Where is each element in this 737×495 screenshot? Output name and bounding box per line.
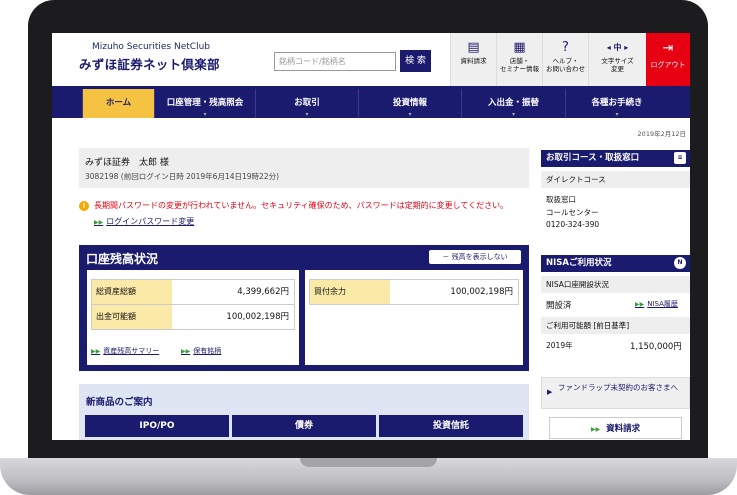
balance-right-box: 買付余力 100,002,198円 [305,270,523,365]
help-button[interactable]: ? ヘルプ・ お問い合わせ [542,33,588,86]
nav-home[interactable]: ホーム [82,89,154,118]
nav-procedures-label: 各種お手続き [591,98,643,108]
bonds-button[interactable]: 債券 [232,415,376,437]
current-date: 2019年2月12日 [637,130,686,138]
password-change-link[interactable]: ▶▶ ログインパスワード変更 [94,216,194,227]
password-warning: ! 長期間パスワードの変更が行われていません。セキュリティ確保のため、パスワードは… [79,200,508,211]
investment-trust-button[interactable]: 投資信託 [379,415,523,437]
new-products-title: 新商品のご案内 [86,397,153,408]
balance-title: 口座残高状況 [86,252,159,266]
total-assets-row: 総資産総額 4,399,662円 [91,279,295,305]
nav-investment-info[interactable]: 投資情報 ▾ [358,89,461,118]
fundwrap-text: ファンドラップ未契約のお客さまへ [558,383,678,392]
arrow-right-icon: ▶▶ [181,348,191,355]
window-label: 取扱窓口 [546,195,576,204]
chevron-down-icon: ▾ [305,111,309,118]
user-name: みずほ証券 太郎 様 [85,158,169,168]
nisa-history-label: NISA履歴 [647,300,678,308]
document-request-button[interactable]: ▤ 資料請求 [450,33,496,86]
nav-home-label: ホーム [105,98,132,108]
nisa-status: 開設済 [546,301,572,311]
document-icon: ▤ [467,40,480,55]
fundwrap-banner[interactable]: ▶ ファンドラップ未契約のお客さまへ [541,377,690,409]
branch-seminar-label: 店舗・ セミナー情報 [500,57,539,73]
search-input[interactable]: 銘柄コード/銘柄名 [274,52,396,71]
document-request-label: 資料請求 [460,57,487,65]
site-header: Mizuho Securities NetClub みずほ証券ネット倶楽部 銘柄… [52,33,690,86]
warning-icon: ! [79,201,89,211]
logo-subtitle: Mizuho Securities NetClub [92,42,210,52]
withdrawable-value: 100,002,198円 [226,312,289,322]
doc-request-button[interactable]: ▶▶ 資料請求 [549,417,682,439]
nav-deposit-transfer[interactable]: 入出金・振替 ▾ [461,89,565,118]
search-button[interactable]: 検 索 [400,50,431,72]
total-assets-value: 4,399,662円 [237,287,289,297]
arrow-right-icon: ▶▶ [91,348,101,355]
arrow-right-icon: ▶▶ [94,219,104,226]
nisa-year: 2019年 [546,341,573,350]
nav-investment-info-label: 投資情報 [392,98,427,108]
balance-left-box: 総資産総額 4,399,662円 出金可能額 100,002,198円 ▶▶ 資産… [87,270,299,365]
list-icon: ≡ [674,152,686,164]
nav-account[interactable]: 口座管理・残高照会 ▾ [154,89,255,118]
buying-power-value: 100,002,198円 [450,287,513,297]
play-icon: ▶ [547,388,553,396]
laptop-notch [300,458,437,467]
withdrawable-label: 出金可能額 [92,305,172,329]
window-phone: 0120-324-390 [546,220,600,229]
arrow-right-icon: ▶▶ [590,426,601,433]
nav-account-label: 口座管理・残高照会 [166,98,244,108]
hide-balance-button[interactable]: － 残高を表示しない [429,250,521,264]
nisa-history-link[interactable]: ▶▶ NISA履歴 [635,299,678,309]
help-icon: ? [562,40,569,55]
password-warning-text: 長期間パスワードの変更が行われていません。セキュリティ確保のため、パスワードは定… [94,201,509,210]
site-logo[interactable]: みずほ証券ネット倶楽部 [79,54,220,73]
logout-button[interactable]: ⇥ ログアウト [646,33,690,86]
asset-summary-link[interactable]: ▶▶ 資産残高サマリー [91,346,159,356]
font-size-icon: ◂ 中 ▸ [606,43,629,52]
nisa-header: NISAご利用状況 N [541,255,690,272]
nav-trading-label: お取引 [294,98,320,108]
nav-procedures[interactable]: 各種お手続き ▾ [565,89,668,118]
logout-label: ログアウト [650,61,686,69]
window-name: コールセンター [546,208,599,217]
nisa-title: NISAご利用状況 [546,258,612,268]
nav-trading[interactable]: お取引 ▾ [255,89,358,118]
chevron-down-icon: ▾ [615,111,619,118]
arrow-right-icon: ▶▶ [635,301,645,308]
main-nav: ホーム 口座管理・残高照会 ▾ お取引 ▾ 投資情報 ▾ 入出金・振替 ▾ 各種お手続き… [52,86,690,118]
nisa-icon: N [674,257,686,269]
balance-panel: 口座残高状況 － 残高を表示しない 総資産総額 4,399,662円 出金可能額… [79,245,529,371]
logout-icon: ⇥ [662,41,674,56]
withdrawable-row: 出金可能額 100,002,198円 [91,304,295,330]
holdings-link[interactable]: ▶▶ 保有銘柄 [181,346,221,356]
nisa-amount: 1,150,000円 [630,342,682,352]
building-icon: ▦ [513,40,526,55]
chevron-down-icon: ▾ [203,111,207,118]
help-label: ヘルプ・ お問い合わせ [546,57,585,73]
buying-power-row: 買付余力 100,002,198円 [309,279,519,305]
course-title: お取引コース・取扱窓口 [546,153,640,163]
total-assets-label: 総資産総額 [92,280,172,304]
font-size-label: 文字サイズ 変更 [601,57,634,73]
ipo-po-button[interactable]: IPO/PO [85,415,229,437]
chevron-down-icon: ▾ [511,111,516,118]
doc-request-label: 資料請求 [606,424,641,434]
font-size-button[interactable]: ◂ 中 ▸ 文字サイズ 変更 [588,33,646,86]
user-info: みずほ証券 太郎 様 3082198 (前回ログイン日時 2019年6月14日1… [79,148,529,188]
chevron-down-icon: ▾ [408,111,412,118]
nisa-status-label: NISA口座開設状況 [541,276,690,293]
screen: Mizuho Securities NetClub みずほ証券ネット倶楽部 銘柄… [52,33,690,440]
buying-power-label: 買付余力 [310,280,390,304]
password-change-label: ログインパスワード変更 [106,217,195,226]
course-name: ダイレクトコース [541,171,690,188]
last-login: 3082198 (前回ログイン日時 2019年6月14日19時22分) [85,172,280,181]
nisa-limit-label: ご利用可能額 [前日基準] [541,317,690,334]
course-header: お取引コース・取扱窓口 ≡ [541,150,690,167]
holdings-label: 保有銘柄 [193,347,222,355]
branch-seminar-button[interactable]: ▦ 店舗・ セミナー情報 [496,33,542,86]
asset-summary-label: 資産残高サマリー [103,347,160,355]
new-products-panel: 新商品のご案内 IPO/PO 債券 投資信託 [79,384,529,440]
nav-deposit-transfer-label: 入出金・振替 [487,98,539,108]
